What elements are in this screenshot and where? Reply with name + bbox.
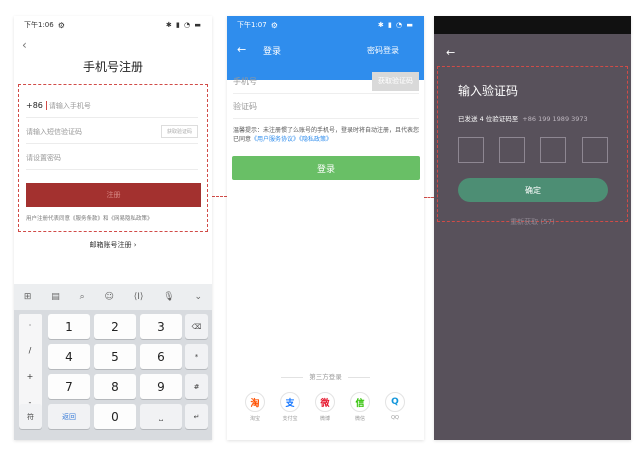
back-key[interactable]: 返回	[48, 404, 90, 429]
design-comparison: 下午1:06 ⚙ ✱ ▮ ◔ ▬ ‹ 手机号注册 +86 请输入手机号 请输入短…	[0, 0, 640, 455]
key-slash[interactable]: /	[19, 339, 41, 361]
status-time: 下午1:07	[237, 21, 267, 29]
key-2[interactable]: 2	[94, 314, 136, 339]
status-bar: 下午1:07 ⚙ ✱ ▮ ◔ ▬	[227, 16, 424, 34]
register-button[interactable]: 注册	[26, 183, 201, 207]
third-party-divider: 第三方登录	[227, 371, 424, 381]
confirm-button[interactable]: 确定	[458, 178, 608, 202]
sms-code-placeholder: 请输入短信验证码	[26, 127, 82, 136]
qq-label: QQ	[391, 415, 399, 421]
phone-placeholder: 请输入手机号	[48, 101, 91, 110]
status-bar: 下午1:06 ⚙ ✱ ▮ ◔ ▬	[14, 16, 212, 34]
search-icon[interactable]: ⌕	[80, 292, 85, 302]
password-login-link[interactable]: 密码登录	[367, 45, 399, 56]
keyboard-toolbar: ⊞ ▤ ⌕ ☺ ⟨I⟩ 🎙 ⌄	[14, 284, 212, 310]
key-0[interactable]: 0	[94, 404, 136, 429]
key-hash[interactable]: #	[185, 374, 208, 399]
get-code-button[interactable]: 获取验证码	[160, 125, 198, 138]
login-button[interactable]: 登录	[232, 156, 420, 180]
key-1[interactable]: 1	[48, 314, 90, 339]
symbols-key[interactable]: 符	[19, 404, 42, 429]
code-input[interactable]: 验证码	[233, 94, 419, 119]
text-cursor	[45, 101, 47, 110]
key-7[interactable]: 7	[48, 374, 90, 399]
country-code[interactable]: +86	[26, 101, 43, 110]
settings-icon: ⚙	[57, 20, 65, 30]
taobao-label: 淘宝	[249, 416, 260, 422]
get-code-button[interactable]: 获取验证码	[372, 71, 419, 91]
back-chevron-icon[interactable]: ‹	[22, 38, 27, 52]
email-register-link[interactable]: 邮箱账号注册 ›	[14, 240, 212, 250]
email-register-label: 邮箱账号注册	[89, 241, 132, 249]
code-digit-box[interactable]	[582, 137, 608, 163]
taobao-login[interactable]: 淘 淘宝	[245, 392, 267, 422]
phone-input[interactable]: +86 请输入手机号	[26, 94, 198, 118]
key-asterisk[interactable]: *	[185, 344, 208, 369]
agreement-links[interactable]: 《用户服务协议》《隐私政策》	[251, 136, 332, 143]
alipay-label: 支付宝	[282, 416, 298, 422]
back-arrow-icon[interactable]: ←	[446, 46, 455, 59]
code-sent-label: 已发送 4 位验证码至	[458, 115, 519, 123]
key-9[interactable]: 9	[140, 374, 182, 399]
keyboard-grid-icon[interactable]: ⊞	[24, 292, 32, 302]
key-6[interactable]: 6	[140, 344, 182, 369]
key-4[interactable]: 4	[48, 344, 90, 369]
status-icons: ✱ ▮ ◔ ▬	[377, 21, 414, 29]
wechat-login[interactable]: 信 微信	[350, 392, 372, 422]
page-title: 登录	[263, 47, 282, 57]
alipay-icon[interactable]: 支	[280, 392, 300, 412]
settings-icon: ⚙	[270, 20, 278, 30]
space-key[interactable]: ⎵	[140, 404, 182, 429]
key-5[interactable]: 5	[94, 344, 136, 369]
page-title: 输入验证码	[458, 84, 519, 98]
code-sent-text: 已发送 4 位验证码至 +86 199 1989 3973	[458, 113, 588, 123]
phone-login-screen: 下午1:07 ⚙ ✱ ▮ ◔ ▬ ← 登录 密码登录 手机号 获取验证码 验证码…	[227, 16, 424, 440]
password-input[interactable]: 请设置密码	[26, 146, 198, 170]
phone-input[interactable]: 手机号 获取验证码	[233, 69, 419, 94]
mic-icon[interactable]: 🎙	[163, 292, 174, 302]
phone-number: +86 199 1989 3973	[522, 115, 588, 123]
annotation-connector	[424, 197, 434, 198]
weibo-login[interactable]: 微 微博	[315, 392, 337, 422]
emoji-icon[interactable]: ☺	[105, 292, 114, 302]
status-icons: ✱ ▮ ◔ ▬	[165, 21, 202, 29]
code-digit-box[interactable]	[540, 137, 566, 163]
status-time: 下午1:06	[24, 21, 54, 29]
numeric-keyboard: · / + - 1 2 3 ⌫ 4 5 6 * 7 8 9 # 符 返回 0 ⎵…	[14, 310, 212, 440]
sms-code-input[interactable]: 请输入短信验证码 获取验证码	[26, 120, 198, 144]
key-3[interactable]: 3	[140, 314, 182, 339]
phone-label: 手机号	[233, 76, 257, 86]
key-dot[interactable]: ·	[19, 314, 41, 336]
wechat-icon[interactable]: 信	[350, 392, 370, 412]
code-digit-box[interactable]	[499, 137, 525, 163]
code-label: 验证码	[233, 101, 257, 111]
status-bar	[434, 16, 631, 34]
third-party-label: 第三方登录	[309, 373, 342, 381]
weibo-icon[interactable]: 微	[315, 392, 335, 412]
code-digit-box[interactable]	[458, 137, 484, 163]
weibo-label: 微博	[319, 416, 330, 422]
clipboard-icon[interactable]: ▤	[51, 292, 60, 302]
page-title: 手机号注册	[82, 60, 143, 74]
back-arrow-icon[interactable]: ←	[237, 43, 246, 56]
phone-register-screen: 下午1:06 ⚙ ✱ ▮ ◔ ▬ ‹ 手机号注册 +86 请输入手机号 请输入短…	[14, 16, 212, 440]
collapse-icon[interactable]: ⌄	[195, 292, 203, 302]
resend-code-link[interactable]: 重新获取 (57)	[434, 217, 631, 227]
wechat-label: 微信	[354, 416, 365, 422]
annotation-connector	[212, 196, 227, 197]
enter-key[interactable]: ↵	[185, 404, 208, 429]
key-plus[interactable]: +	[19, 365, 41, 387]
alipay-login[interactable]: 支 支付宝	[280, 392, 302, 422]
qq-icon[interactable]: Q	[385, 392, 405, 412]
password-placeholder: 请设置密码	[26, 153, 61, 162]
phone-verify-code-screen: ← 输入验证码 已发送 4 位验证码至 +86 199 1989 3973 确定 …	[434, 16, 631, 440]
chevron-right-icon: ›	[133, 241, 137, 249]
terms-text[interactable]: 用户注册代表同意《服务条款》和《网易隐私政策》	[26, 214, 153, 222]
backspace-key[interactable]: ⌫	[185, 314, 208, 339]
cursor-icon[interactable]: ⟨I⟩	[134, 292, 144, 302]
qq-login[interactable]: Q QQ	[385, 392, 407, 421]
key-8[interactable]: 8	[94, 374, 136, 399]
terms-tip: 温馨提示：未注册惯了么账号的手机号，登录时将自动注册，且代表您已同意《用户服务协…	[233, 126, 421, 144]
taobao-icon[interactable]: 淘	[245, 392, 265, 412]
